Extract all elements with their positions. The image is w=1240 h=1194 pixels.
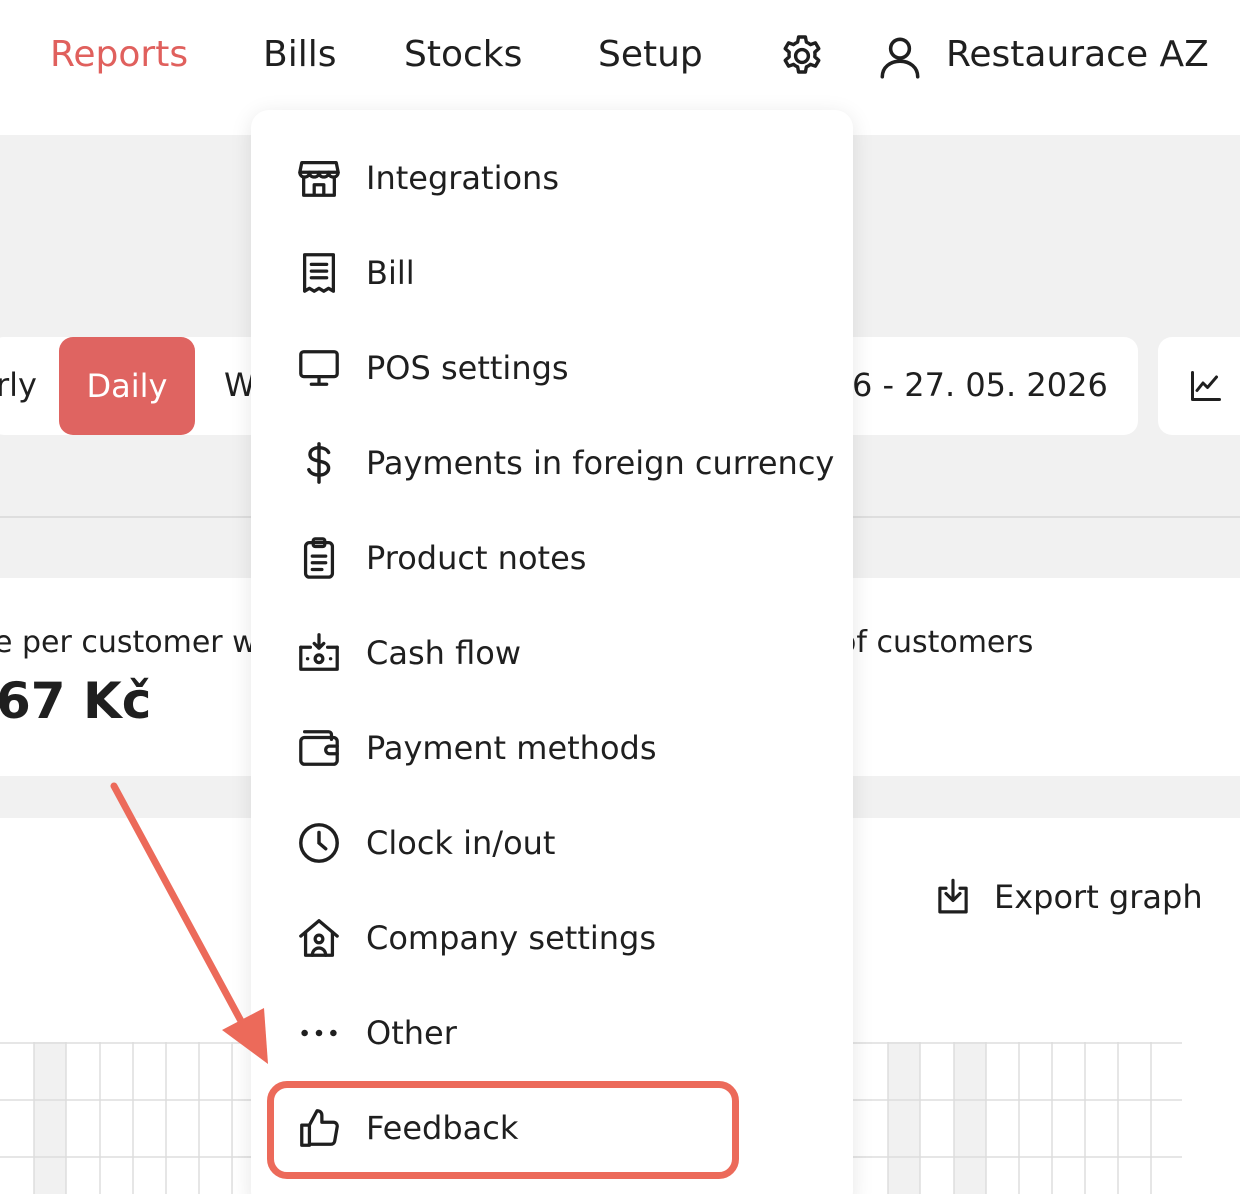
annotation-arrow [110, 782, 268, 1064]
